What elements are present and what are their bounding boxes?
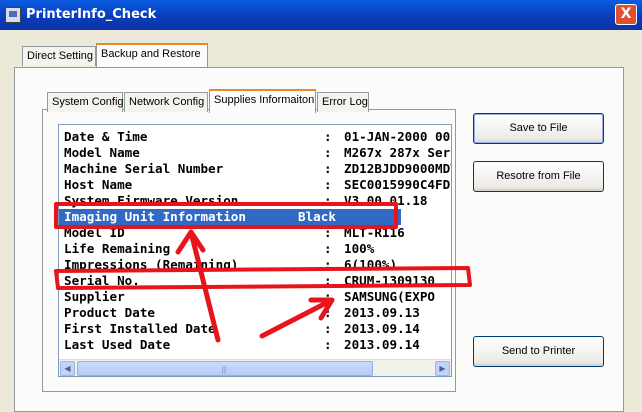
title-bar[interactable]: PrinterInfo_Check X [0,0,642,30]
tab-direct-setting[interactable]: Direct Setting [22,46,96,66]
tab-label: Backup and Restore [101,48,201,60]
item-separator: : [324,241,332,256]
item-value: 2013.09.14 [344,321,420,336]
item-value: SEC0015990C4FD7 [344,177,452,192]
tab-label: Supplies Informaiton [214,94,315,106]
item-value: 6(100%) [344,257,398,272]
item-separator: : [324,145,332,160]
item-value: 100% [344,241,375,256]
chevron-right-icon: ▶ [439,364,446,373]
scroll-thumb[interactable]: ||| [77,361,373,376]
tab-network-config[interactable]: Network Config [124,92,208,112]
item-label: Date & Time [64,129,148,144]
item-separator: : [324,257,332,272]
close-icon: X [620,6,632,22]
item-value: MLT-R116 [344,225,405,240]
item-separator: : [324,161,332,176]
grip-icon: ||| [221,365,227,374]
list-item-selected[interactable]: Imaging Unit Information Black [59,209,401,225]
item-separator: : [324,337,332,352]
item-label: Impressions (Remaining) [64,257,239,272]
item-label: Last Used Date [64,337,171,352]
horizontal-scrollbar[interactable]: ◀ ||| ▶ [59,359,451,376]
button-label: Send to Printer [501,345,576,357]
item-label: First Installed Date [64,321,216,336]
tab-label: System Config [52,96,124,108]
send-to-printer-button[interactable]: Send to Printer [473,336,604,367]
supplies-info-list[interactable]: Date & Time:01-JAN-2000 00: Model Name: M… [58,124,452,377]
item-separator: : [324,225,332,240]
chevron-left-icon: ◀ [64,364,71,373]
item-label: Serial No. [64,273,140,288]
tab-label: Network Config [129,96,205,108]
item-separator: : [324,193,332,208]
item-separator: : [324,289,332,304]
item-label: Product Date [64,305,155,320]
item-separator: : [324,305,332,320]
button-label: Save to File [509,122,568,134]
item-label: Model ID [64,225,125,240]
scroll-right-button[interactable]: ▶ [435,361,450,376]
item-label: Life Remaining [64,241,171,256]
item-value: CRUM-1309130 [344,273,435,288]
item-value: ZD12BJDD9000MDV [344,161,452,176]
item-label: Supplier [64,289,125,304]
item-value: 2013.09.14 [344,337,420,352]
item-label: Model Name [64,145,140,160]
tab-error-log[interactable]: Error Log [317,92,369,112]
item-value: M267x 287x Seri [344,145,452,160]
item-label: Machine Serial Number [64,161,224,176]
item-value: Black [298,209,336,224]
item-separator: : [324,129,332,144]
item-separator: : [324,177,332,192]
tab-backup-and-restore[interactable]: Backup and Restore [96,43,208,67]
restore-from-file-button[interactable]: Resotre from File [473,161,604,192]
item-label: Imaging Unit Information [64,209,246,224]
item-separator: : [324,273,332,288]
save-to-file-button[interactable]: Save to File [473,113,604,144]
tab-system-config[interactable]: System Config [47,92,124,112]
tab-label: Direct Setting [27,50,94,62]
app-icon [5,7,21,23]
item-separator: : [324,321,332,336]
item-value: 01-JAN-2000 00: [344,129,452,144]
item-value: V3.00.01.18 [344,193,428,208]
item-label: System Firmware Version [64,193,239,208]
item-label: Host Name [64,177,133,192]
item-value: SAMSUNG(EXPO [344,289,435,304]
tab-supplies-information[interactable]: Supplies Informaiton [209,89,316,113]
scroll-left-button[interactable]: ◀ [60,361,75,376]
tab-label: Error Log [322,96,368,108]
window-title: PrinterInfo_Check [26,7,157,22]
close-button[interactable]: X [615,4,637,25]
item-value: 2013.09.13 [344,305,420,320]
button-label: Resotre from File [496,170,581,182]
